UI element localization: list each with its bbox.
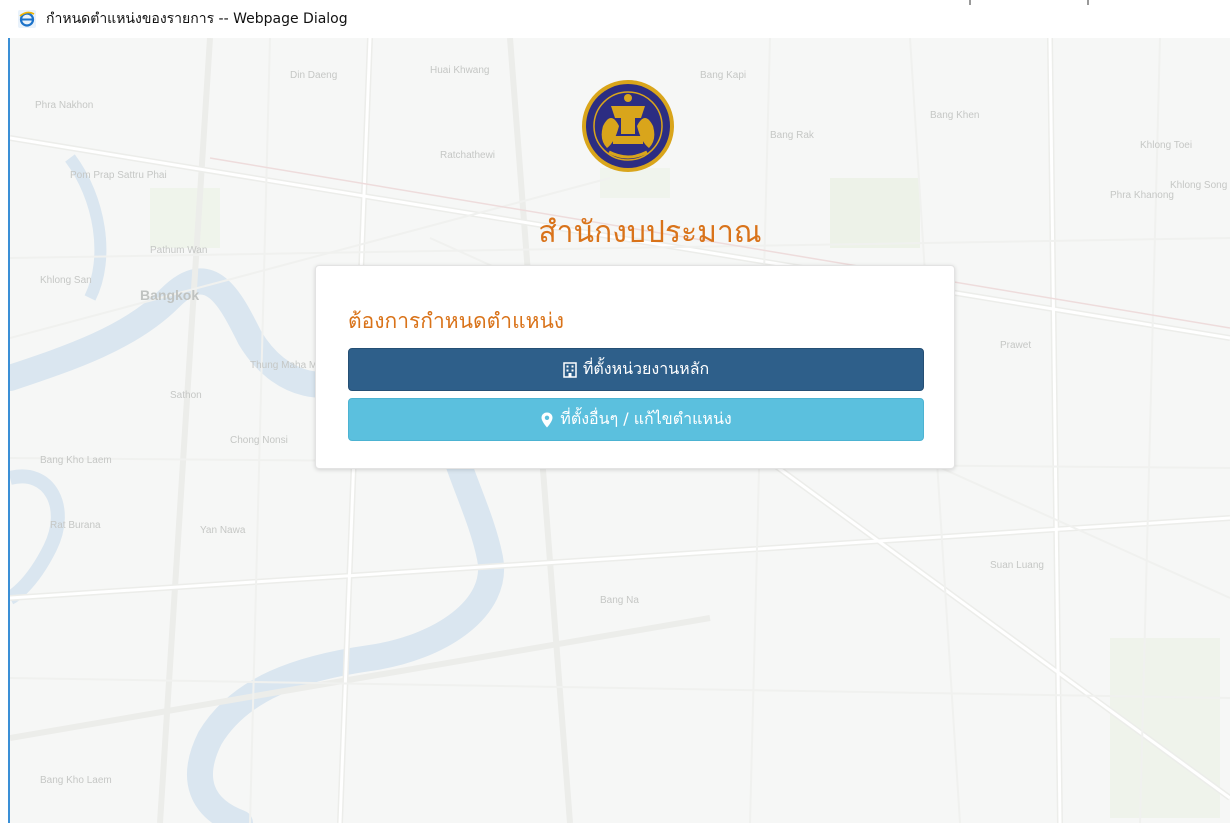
location-choice-panel: ต้องการกำหนดตำแหน่ง ที่ตั้งหน่วยงานหลัก … bbox=[315, 265, 955, 469]
main-office-location-label: ที่ตั้งหน่วยงานหลัก bbox=[582, 359, 710, 378]
dialog-content: Bangkok Bang Kapi Huai Khwang Din Daeng … bbox=[8, 38, 1230, 823]
other-location-label: ที่ตั้งอื่นๆ / แก้ไขตำแหน่ง bbox=[560, 409, 732, 428]
map-marker-icon bbox=[541, 412, 553, 427]
title-bar-decoration bbox=[969, 0, 1089, 5]
organization-name: สำนักงบประมาณ bbox=[538, 215, 762, 250]
window-title-bar: กำหนดตำแหน่งของรายการ -- Webpage Dialog bbox=[0, 0, 1230, 38]
thai-budget-bureau-emblem bbox=[582, 80, 674, 172]
panel-heading: ต้องการกำหนดตำแหน่ง bbox=[348, 309, 565, 333]
other-location-button[interactable]: ที่ตั้งอื่นๆ / แก้ไขตำแหน่ง bbox=[348, 398, 924, 441]
window-title: กำหนดตำแหน่งของรายการ -- Webpage Dialog bbox=[46, 11, 348, 27]
building-icon bbox=[563, 361, 577, 378]
main-office-location-button[interactable]: ที่ตั้งหน่วยงานหลัก bbox=[348, 348, 924, 391]
internet-explorer-icon bbox=[18, 10, 36, 28]
